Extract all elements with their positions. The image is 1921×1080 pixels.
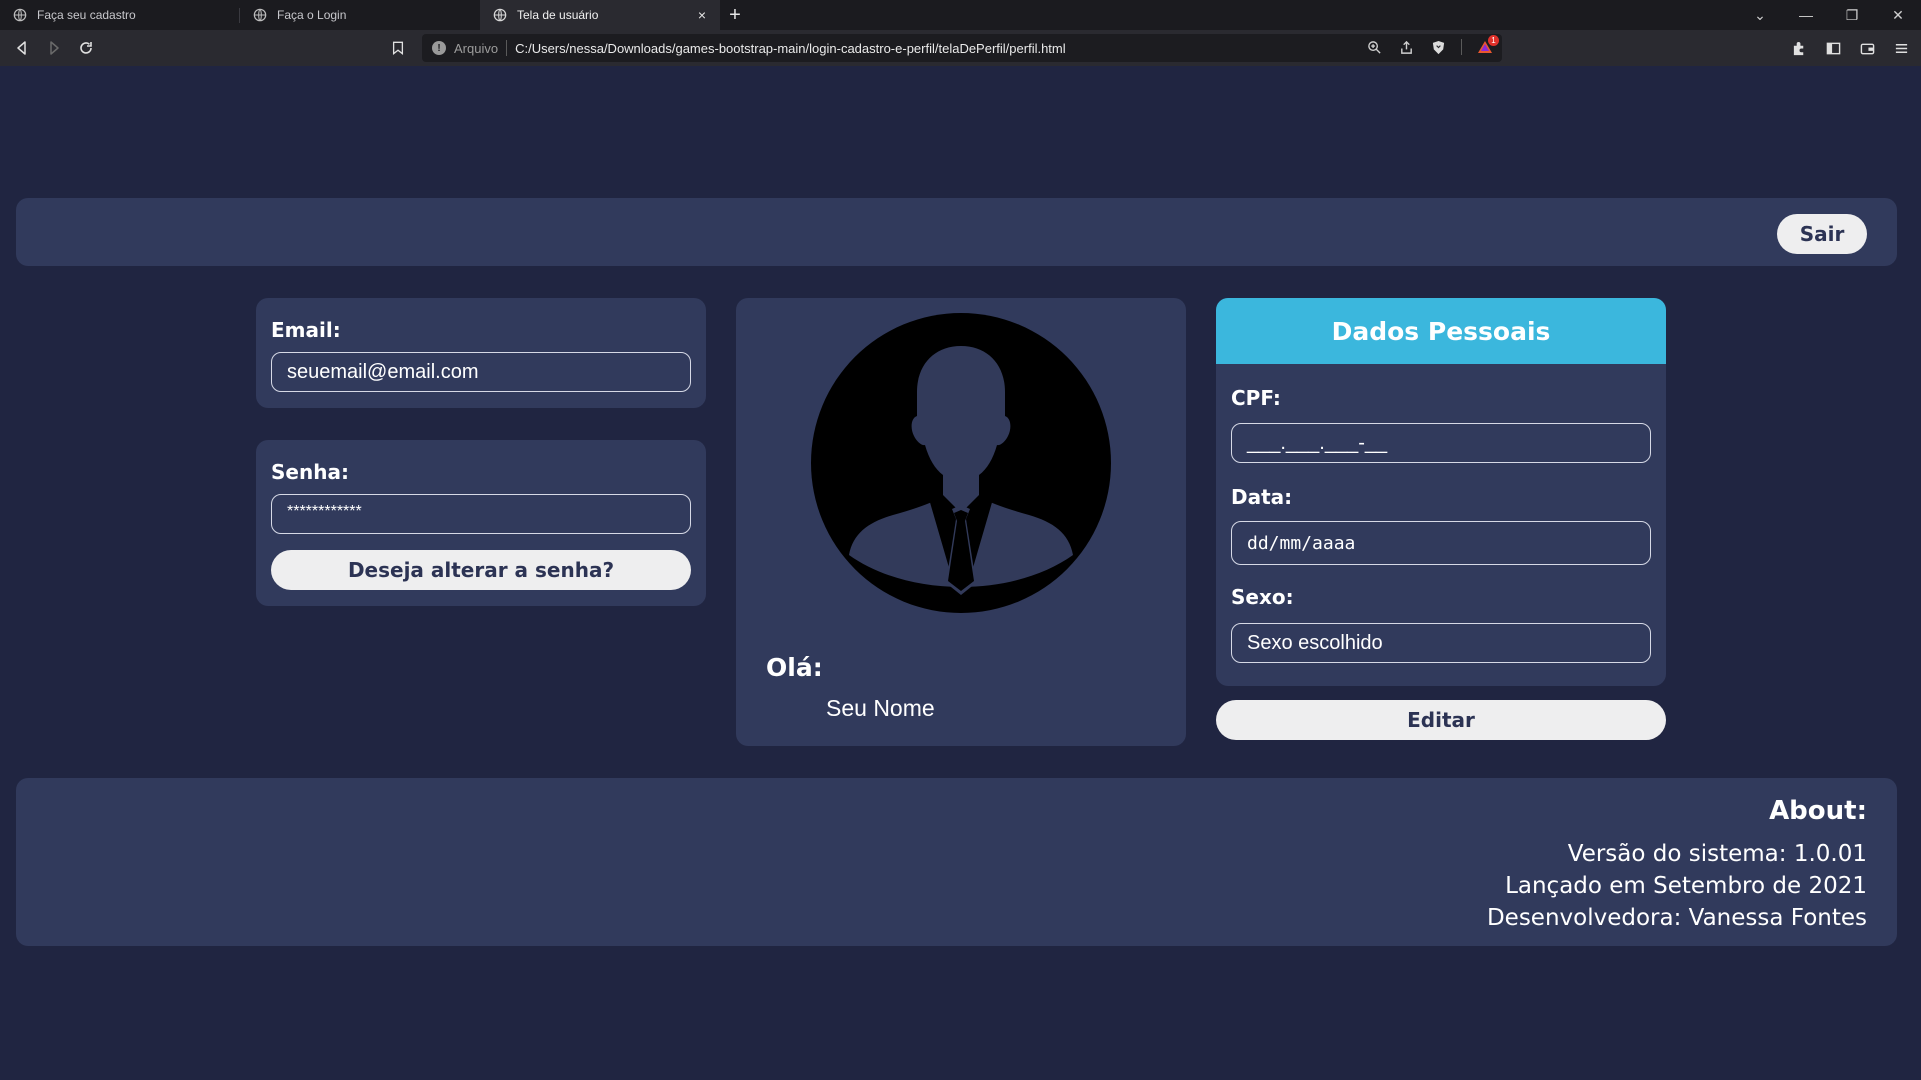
page-content: Sair Email: seuemail@email.com Senha: **… — [0, 66, 1921, 1080]
about-footer: About: Versão do sistema: 1.0.01 Lançado… — [16, 778, 1897, 946]
globe-icon — [13, 8, 27, 22]
tab-tela-de-usuario[interactable]: Tela de usuário × — [480, 0, 720, 30]
reload-button[interactable] — [70, 34, 102, 62]
back-button[interactable] — [6, 34, 38, 62]
bookmark-icon[interactable] — [388, 38, 408, 58]
personal-data-title: Dados Pessoais — [1216, 298, 1666, 364]
new-tab-button[interactable]: + — [720, 0, 750, 30]
password-label: Senha: — [271, 460, 349, 484]
window-controls: ⌄ — ❐ ✕ — [1737, 0, 1921, 30]
url-text: C:/Users/nessa/Downloads/games-bootstrap… — [515, 40, 1066, 56]
tab-title: Faça o Login — [277, 8, 347, 22]
edit-button[interactable]: Editar — [1216, 700, 1666, 740]
email-field[interactable]: seuemail@email.com — [271, 352, 691, 392]
personal-data-card: Dados Pessoais CPF: ___.___.___-__ Data:… — [1216, 298, 1666, 686]
logout-button[interactable]: Sair — [1777, 214, 1867, 254]
release-date: Lançado em Setembro de 2021 — [1505, 873, 1867, 899]
cpf-label: CPF: — [1231, 386, 1281, 410]
minimize-icon[interactable]: — — [1783, 0, 1829, 30]
user-name: Seu Nome — [826, 695, 935, 721]
menu-icon[interactable] — [1891, 38, 1911, 58]
restore-icon[interactable]: ❐ — [1829, 0, 1875, 30]
tab-faca-o-login[interactable]: Faça o Login — [240, 0, 480, 30]
tab-faca-seu-cadastro[interactable]: Faça seu cadastro — [0, 0, 240, 30]
info-icon[interactable]: ! — [432, 41, 446, 55]
browser-tab-bar: Faça seu cadastro Faça o Login Tela de u… — [0, 0, 1921, 30]
date-field[interactable]: dd/mm/aaaa — [1231, 521, 1651, 565]
greeting-label: Olá: — [766, 653, 823, 682]
password-field[interactable]: ************ — [271, 494, 691, 534]
url-scheme: Arquivo — [454, 40, 499, 56]
email-label: Email: — [271, 318, 341, 342]
close-tab-icon[interactable]: × — [694, 7, 710, 23]
sex-select[interactable]: Sexo escolhido — [1231, 623, 1651, 663]
tab-title: Tela de usuário — [517, 8, 599, 22]
zoom-icon[interactable] — [1365, 38, 1383, 56]
change-password-button[interactable]: Deseja alterar a senha? — [271, 550, 691, 590]
tab-search-icon[interactable]: ⌄ — [1737, 0, 1783, 30]
password-card: Senha: ************ Deseja alterar a sen… — [256, 440, 706, 606]
developer-credit: Desenvolvedora: Vanessa Fontes — [1486, 905, 1867, 931]
share-icon[interactable] — [1397, 38, 1415, 56]
tab-title: Faça seu cadastro — [37, 8, 136, 22]
profile-card: Olá: Seu Nome — [736, 298, 1186, 746]
cpf-field[interactable]: ___.___.___-__ — [1231, 423, 1651, 463]
globe-icon — [493, 8, 507, 22]
date-label: Data: — [1231, 485, 1293, 509]
forward-button[interactable] — [38, 34, 70, 62]
wallet-icon[interactable] — [1857, 38, 1877, 58]
window-close-icon[interactable]: ✕ — [1875, 0, 1921, 30]
sex-label: Sexo: — [1231, 585, 1294, 609]
globe-icon — [253, 8, 267, 22]
avatar-icon — [811, 313, 1111, 613]
system-version: Versão do sistema: 1.0.01 — [1567, 841, 1867, 867]
back-arrow-icon — [17, 41, 26, 55]
about-title: About: — [1769, 796, 1867, 826]
sidebar-icon[interactable] — [1823, 38, 1843, 58]
brave-shield-icon[interactable] — [1429, 38, 1447, 56]
browser-toolbar: ! Arquivo C:/Users/nessa/Downloads/games… — [0, 30, 1921, 66]
brave-rewards-icon[interactable]: 1 — [1476, 35, 1499, 56]
forward-arrow-icon — [50, 41, 59, 55]
email-card: Email: seuemail@email.com — [256, 298, 706, 408]
rewards-badge: 1 — [1488, 35, 1499, 46]
extension-toolbar — [1789, 38, 1911, 58]
extensions-icon[interactable] — [1789, 38, 1809, 58]
address-bar[interactable]: ! Arquivo C:/Users/nessa/Downloads/games… — [422, 34, 1502, 62]
top-header-bar: Sair — [16, 198, 1897, 266]
reload-icon — [80, 42, 92, 54]
